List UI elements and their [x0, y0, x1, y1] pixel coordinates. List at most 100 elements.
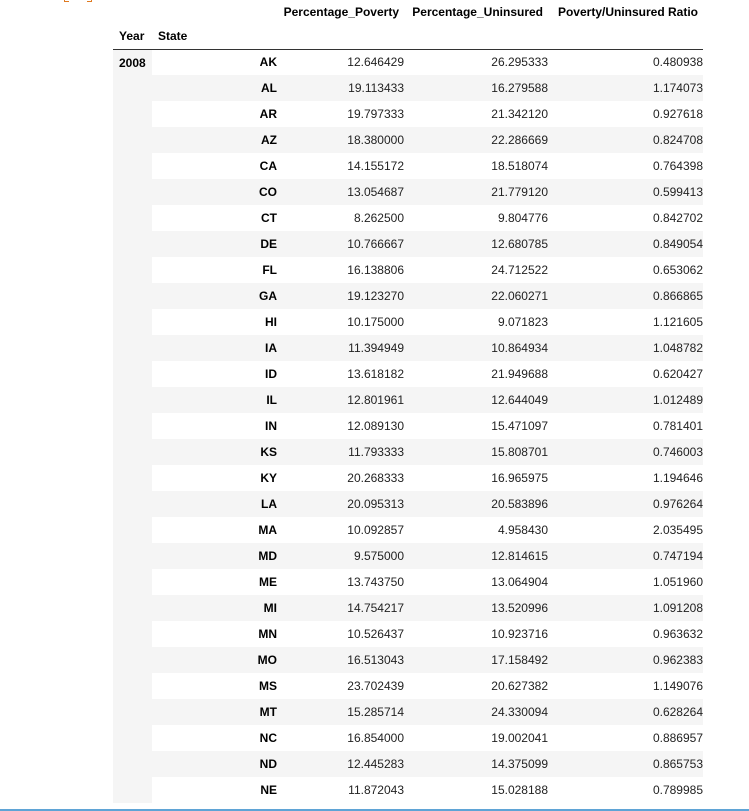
table-row: MO 16.513043 17.158492 0.962383: [113, 647, 703, 673]
state-cell: KY: [260, 471, 277, 485]
state-cell: AZ: [152, 127, 277, 153]
state-cell: ID: [265, 367, 277, 381]
poverty-cell: 23.702439: [347, 679, 404, 693]
uninsured-cell: 16.279588: [404, 75, 548, 101]
table-row: ME 13.743750 13.064904 1.051960: [113, 569, 703, 595]
poverty-cell: 14.754217: [277, 595, 404, 621]
state-cell: GA: [152, 283, 277, 309]
table-row: MN 10.526437 10.923716 0.963632: [113, 621, 703, 647]
poverty-cell: 14.155172: [347, 159, 404, 173]
uninsured-cell: 20.627382: [491, 679, 548, 693]
state-cell: CO: [152, 179, 277, 205]
column-header-uninsured: Percentage_Uninsured: [412, 5, 543, 19]
poverty-cell: 13.618182: [347, 367, 404, 381]
poverty-cell: 8.262500: [353, 211, 404, 225]
poverty-cell: 18.380000: [277, 127, 404, 153]
uninsured-cell: 22.286669: [404, 127, 548, 153]
poverty-cell: 12.089130: [347, 419, 404, 433]
uninsured-cell: 10.864934: [404, 335, 548, 361]
column-header-row: Percentage_Poverty Percentage_Uninsured …: [113, 0, 703, 24]
table-row: LA 20.095313 20.583896 0.976264: [113, 491, 703, 517]
poverty-cell: 19.113433: [277, 75, 404, 101]
ratio-cell: 0.746003: [548, 439, 703, 465]
uninsured-cell: 16.965975: [491, 471, 548, 485]
uninsured-cell: 4.958430: [497, 523, 548, 537]
table-row: IN 12.089130 15.471097 0.781401: [113, 413, 703, 439]
ratio-cell: 0.865753: [548, 751, 703, 777]
poverty-cell: 16.513043: [277, 647, 404, 673]
table-row: NC 16.854000 19.002041 0.886957: [113, 725, 703, 751]
table-row: AL 19.113433 16.279588 1.174073: [113, 75, 703, 101]
table-row: ND 12.445283 14.375099 0.865753: [113, 751, 703, 777]
poverty-cell: 16.854000: [347, 731, 404, 745]
poverty-cell: 12.801961: [277, 387, 404, 413]
ratio-cell: 0.628264: [548, 699, 703, 725]
table-row: KY 20.268333 16.965975 1.194646: [113, 465, 703, 491]
uninsured-cell: 15.028188: [491, 783, 548, 797]
ratio-cell: 1.149076: [652, 679, 703, 693]
ratio-cell: 0.976264: [548, 491, 703, 517]
index-header-state: State: [158, 29, 188, 44]
uninsured-cell: 19.002041: [491, 731, 548, 745]
execution-count-marker: [64, 0, 92, 2]
state-cell: MS: [259, 679, 277, 693]
ratio-cell: 0.866865: [548, 283, 703, 309]
ratio-cell: 0.747194: [548, 543, 703, 569]
ratio-cell: 1.194646: [652, 471, 703, 485]
table-row: KS 11.793333 15.808701 0.746003: [113, 439, 703, 465]
state-cell: DE: [152, 231, 277, 257]
poverty-cell: 12.646429: [347, 55, 404, 70]
poverty-cell: 16.138806: [347, 263, 404, 277]
index-header-year: Year: [119, 29, 145, 44]
table-row: HI 10.175000 9.071823 1.121605: [113, 309, 703, 335]
uninsured-cell: 13.064904: [491, 575, 548, 589]
ratio-cell: 0.781401: [652, 419, 703, 433]
state-cell: CT: [261, 211, 277, 225]
year-index-cell: 2008: [113, 49, 152, 803]
table-row: CA 14.155172 18.518074 0.764398: [113, 153, 703, 179]
header-blank: [548, 24, 703, 49]
table-row: NE 11.872043 15.028188 0.789985: [113, 777, 703, 803]
uninsured-cell: 15.471097: [491, 419, 548, 433]
header-blank: [152, 0, 277, 24]
ratio-cell: 0.963632: [652, 627, 703, 641]
state-cell: FL: [262, 263, 277, 277]
state-cell: IL: [152, 387, 277, 413]
poverty-cell: 13.743750: [347, 575, 404, 589]
uninsured-cell: 12.814615: [404, 543, 548, 569]
state-cell: ND: [152, 751, 277, 777]
uninsured-cell: 12.644049: [404, 387, 548, 413]
uninsured-cell: 21.779120: [404, 179, 548, 205]
table-row: IL 12.801961 12.644049 1.012489: [113, 387, 703, 413]
uninsured-cell: 12.680785: [404, 231, 548, 257]
ratio-cell: 0.764398: [652, 159, 703, 173]
state-cell: HI: [265, 315, 277, 329]
table-row: CO 13.054687 21.779120 0.599413: [113, 179, 703, 205]
table-row: FL 16.138806 24.712522 0.653062: [113, 257, 703, 283]
ratio-cell: 0.599413: [548, 179, 703, 205]
poverty-cell: 11.793333: [277, 439, 404, 465]
ratio-cell: 0.962383: [548, 647, 703, 673]
poverty-cell: 19.123270: [277, 283, 404, 309]
ratio-cell: 0.653062: [652, 263, 703, 277]
ratio-cell: 0.789985: [652, 783, 703, 797]
state-cell: MA: [258, 523, 277, 537]
uninsured-cell: 21.342120: [491, 107, 548, 121]
state-cell: MO: [152, 647, 277, 673]
state-cell: KS: [152, 439, 277, 465]
ratio-cell: 1.012489: [548, 387, 703, 413]
state-cell: IA: [152, 335, 277, 361]
uninsured-cell: 9.071823: [497, 315, 548, 329]
poverty-cell: 11.872043: [348, 783, 404, 797]
ratio-cell: 1.051960: [652, 575, 703, 589]
uninsured-cell: 10.923716: [491, 627, 548, 641]
poverty-cell: 12.445283: [277, 751, 404, 777]
index-header-row: Year State: [113, 24, 703, 49]
uninsured-cell: 15.808701: [404, 439, 548, 465]
state-cell: NC: [259, 731, 277, 745]
uninsured-cell: 24.330094: [404, 699, 548, 725]
table-row: CT 8.262500 9.804776 0.842702: [113, 205, 703, 231]
table-row: 2008 AK 12.646429 26.295333 0.480938: [113, 49, 703, 803]
poverty-cell: 10.526437: [347, 627, 404, 641]
uninsured-cell: 21.949688: [491, 367, 548, 381]
